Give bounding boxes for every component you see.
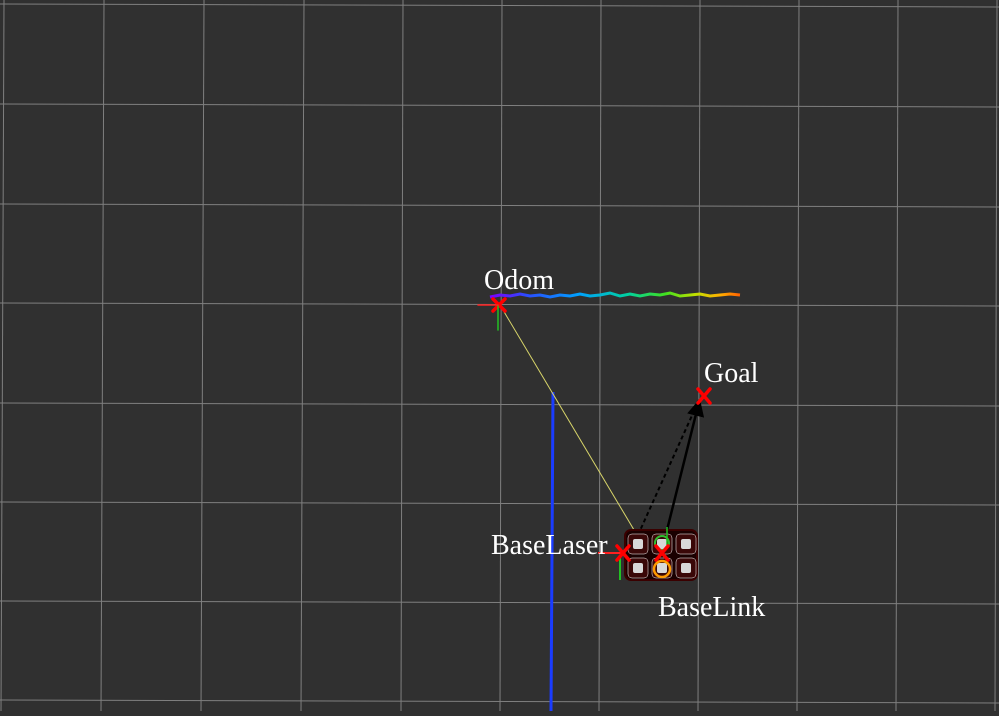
base-laser-label: BaseLaser: [491, 530, 608, 561]
scene-canvas[interactable]: Odom Goal BaseLaser BaseLink: [0, 0, 999, 712]
goal-label: Goal: [704, 358, 759, 389]
tf-link-odom-base: [499, 304, 641, 541]
3d-viewport[interactable]: Odom Goal BaseLaser BaseLink: [0, 0, 999, 712]
goal-path-arrows: [637, 398, 705, 536]
robot-model[interactable]: [598, 527, 698, 581]
odom-label: Odom: [484, 265, 554, 296]
goal-frame-marker: [696, 387, 712, 405]
ground-grid: [0, 0, 999, 712]
base-link-label: BaseLink: [658, 592, 765, 623]
frame-markers: [477, 297, 712, 562]
